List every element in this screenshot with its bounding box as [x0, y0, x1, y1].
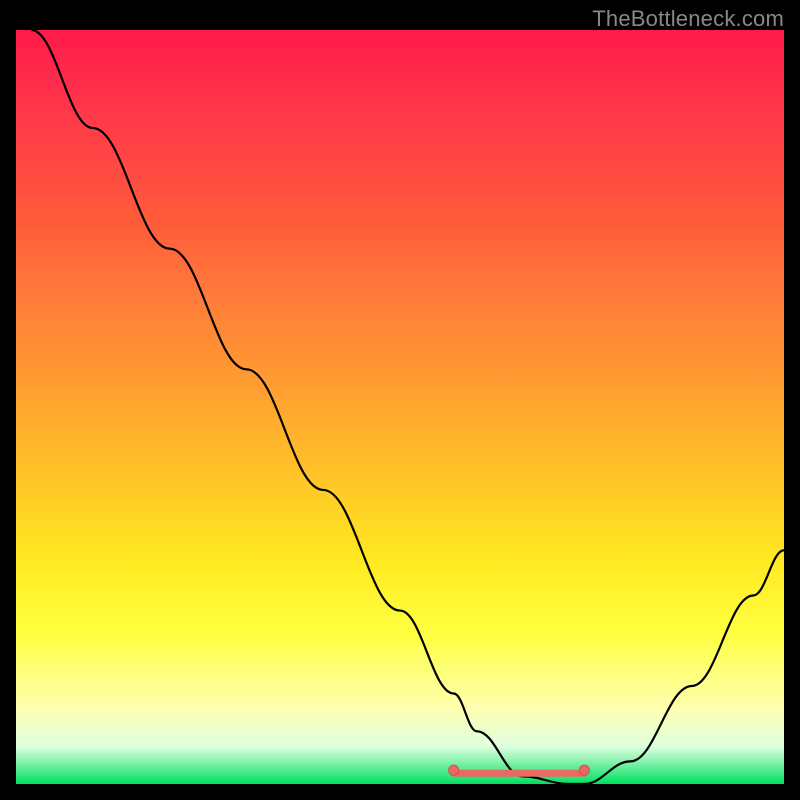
bottleneck-curve-line — [31, 30, 784, 784]
watermark-text: TheBottleneck.com — [592, 6, 784, 32]
chart-container: TheBottleneck.com — [0, 0, 800, 800]
optimal-end-marker — [579, 765, 589, 775]
plot-area — [16, 30, 784, 784]
optimal-start-marker — [449, 765, 459, 775]
curve-svg — [16, 30, 784, 784]
